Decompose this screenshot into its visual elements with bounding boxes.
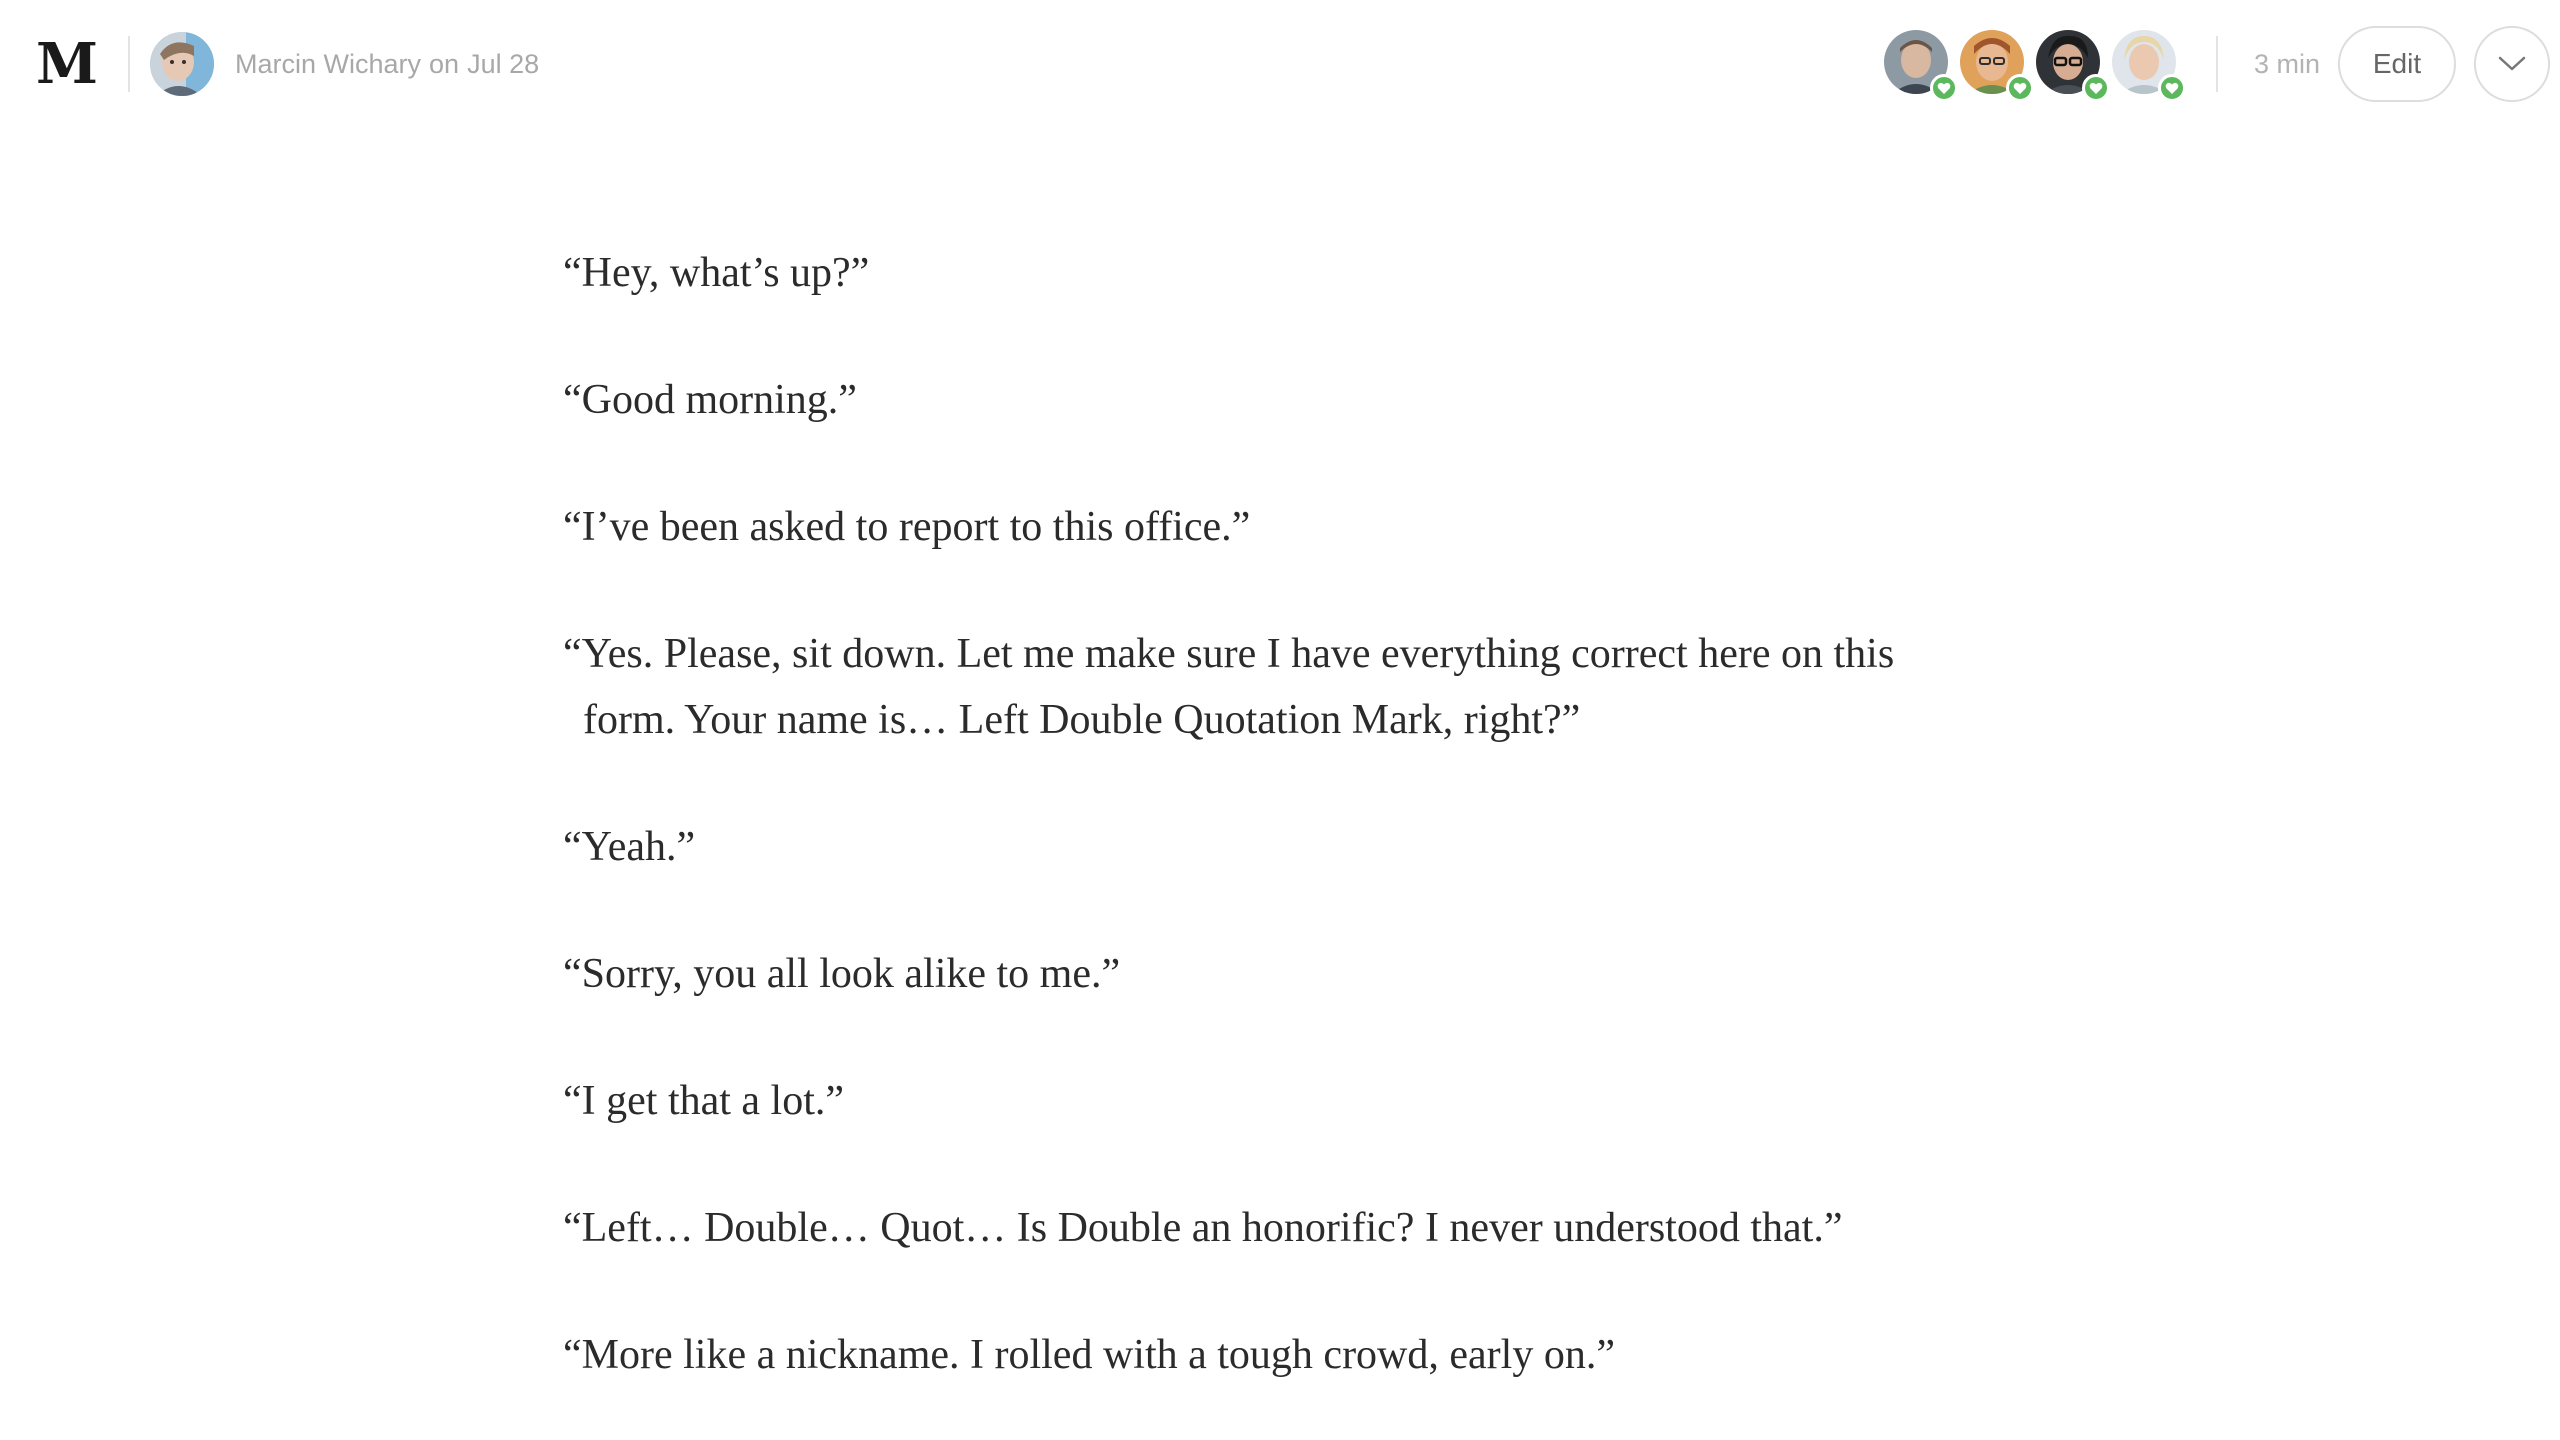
recommender-avatar[interactable] bbox=[2036, 30, 2110, 102]
recommender-avatar[interactable] bbox=[2112, 30, 2186, 102]
article-paragraph: “Left… Double… Quot… Is Double an honori… bbox=[563, 1205, 1843, 1251]
recommenders-list bbox=[1884, 30, 2194, 102]
read-time: 3 min bbox=[2254, 49, 2321, 79]
header-divider bbox=[2216, 36, 2218, 92]
more-options-button[interactable] bbox=[2474, 26, 2550, 102]
author-avatar[interactable] bbox=[150, 32, 214, 96]
recommender-avatar[interactable] bbox=[1960, 30, 2034, 102]
heart-icon bbox=[2082, 74, 2110, 102]
article-body: “Hey, what’s up?” “Good morning.” “I’ve … bbox=[563, 240, 1963, 1440]
heart-icon bbox=[2006, 74, 2034, 102]
article-paragraph: “Sorry, you all look alike to me.” bbox=[563, 951, 1121, 997]
recommender-avatar[interactable] bbox=[1884, 30, 1958, 102]
article-paragraph: “Good morning.” bbox=[563, 377, 857, 423]
article-paragraph: “Yeah.” bbox=[563, 824, 696, 870]
heart-icon bbox=[1930, 74, 1958, 102]
chevron-down-icon bbox=[2498, 56, 2526, 71]
article-paragraph: “More like a nickname. I rolled with a t… bbox=[563, 1332, 1615, 1378]
byline: Marcin Wichary on Jul 28 bbox=[235, 44, 539, 84]
edit-button[interactable]: Edit bbox=[2338, 26, 2456, 102]
medium-logo[interactable]: M bbox=[36, 36, 98, 92]
header-divider bbox=[128, 36, 130, 92]
article-paragraph: “Yes. Please, sit down. Let me make sure… bbox=[563, 631, 1895, 743]
author-name-link[interactable]: Marcin Wichary bbox=[235, 49, 421, 79]
article-paragraph: “I’ve been asked to report to this offic… bbox=[563, 504, 1251, 550]
article-paragraph: “I get that a lot.” bbox=[563, 1078, 845, 1124]
publish-date[interactable]: Jul 28 bbox=[467, 49, 539, 79]
top-bar: M Marcin Wichary on Jul 28 3 min Edit bbox=[0, 0, 2560, 128]
byline-joiner: on bbox=[429, 49, 460, 79]
heart-icon bbox=[2158, 74, 2186, 102]
article-paragraph: “Hey, what’s up?” bbox=[563, 250, 870, 296]
